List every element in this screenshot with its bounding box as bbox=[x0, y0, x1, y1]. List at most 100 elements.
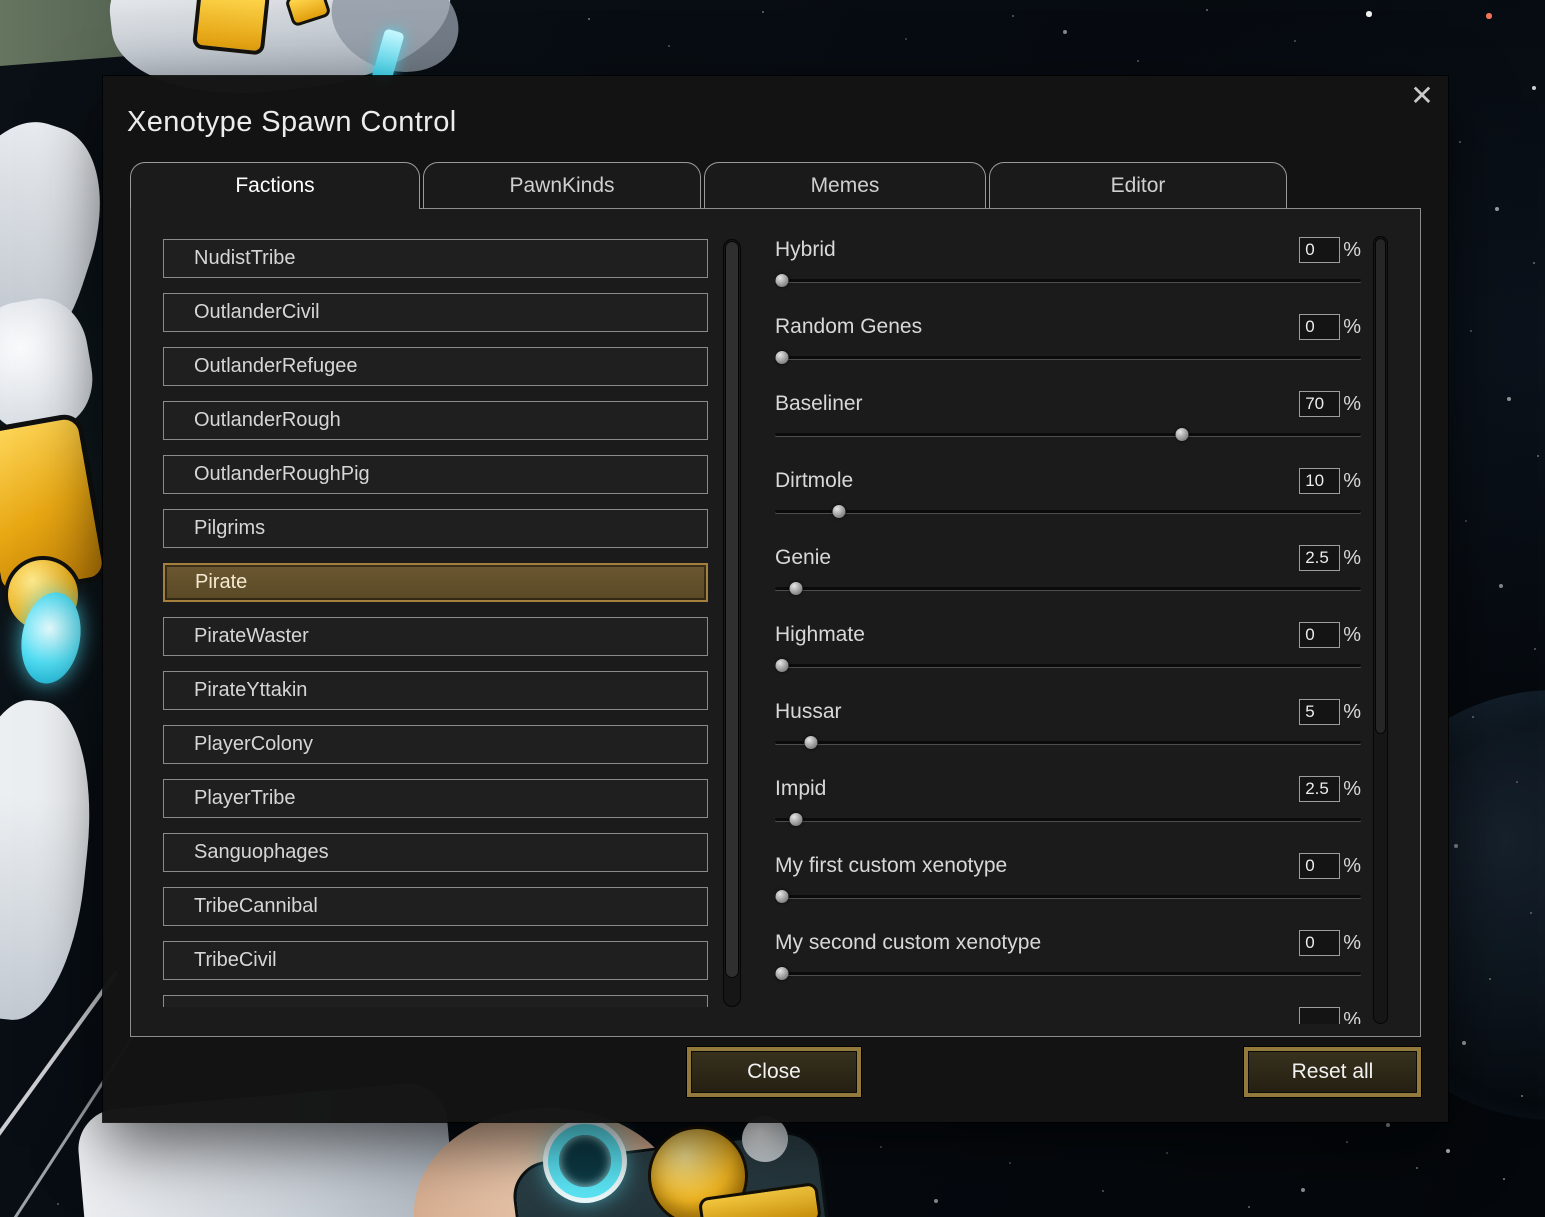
value-wrap: 10 % bbox=[1299, 468, 1361, 494]
slider-head: Hussar 5 % bbox=[775, 698, 1361, 726]
xenotype-slider-row: Impid 2.5 % bbox=[775, 775, 1361, 827]
value-wrap: % bbox=[1299, 1007, 1361, 1024]
faction-list-item[interactable]: Sanguophages bbox=[163, 833, 708, 872]
xenotype-slider-row: My first custom xenotype 0 % bbox=[775, 852, 1361, 904]
xenotype-spawn-control-window: Xenotype Spawn Control ✕ Factions PawnKi… bbox=[103, 76, 1448, 1122]
slider-handle[interactable] bbox=[789, 813, 803, 826]
faction-list-item[interactable]: PirateWaster bbox=[163, 617, 708, 656]
slider-handle[interactable] bbox=[789, 582, 803, 595]
faction-list-item[interactable]: PlayerColony bbox=[163, 725, 708, 764]
tab-label: Editor bbox=[1110, 173, 1166, 197]
value-wrap: 5 % bbox=[1299, 699, 1361, 725]
faction-list-item[interactable]: PlayerTribe bbox=[163, 779, 708, 818]
slider-list-scrollbar[interactable] bbox=[1373, 236, 1388, 1024]
faction-list-item[interactable]: TribeCannibal bbox=[163, 887, 708, 926]
slider-head: Genie 2.5 % bbox=[775, 544, 1361, 572]
xenotype-slider-track[interactable] bbox=[775, 890, 1361, 903]
faction-list-item[interactable]: Pirate bbox=[163, 563, 708, 602]
slider-head: Hybrid 0 % bbox=[775, 236, 1361, 264]
percent-value-input[interactable]: 0 bbox=[1299, 622, 1341, 648]
close-icon[interactable]: ✕ bbox=[1404, 78, 1440, 114]
value-wrap: 0 % bbox=[1299, 930, 1361, 956]
percent-value-input[interactable]: 0 bbox=[1299, 237, 1341, 263]
faction-list-item[interactable]: OutlanderCivil bbox=[163, 293, 708, 332]
character-white-orb bbox=[742, 1116, 788, 1162]
faction-label: Sanguophages bbox=[194, 841, 329, 863]
xenotype-name-label: Impid bbox=[775, 777, 827, 800]
xenotype-slider-track[interactable] bbox=[775, 813, 1361, 826]
xenotype-slider-track[interactable] bbox=[775, 659, 1361, 672]
xenotype-slider-track[interactable] bbox=[775, 274, 1361, 287]
faction-label: PlayerColony bbox=[194, 733, 313, 755]
faction-list-item[interactable]: Pilgrims bbox=[163, 509, 708, 548]
slider-head: Baseliner 70 % bbox=[775, 390, 1361, 418]
percent-value-input[interactable]: 5 bbox=[1299, 699, 1341, 725]
slider-handle[interactable] bbox=[832, 505, 846, 518]
xenotype-slider-row: My second custom xenotype 0 % bbox=[775, 929, 1361, 981]
percent-value-input[interactable]: 0 bbox=[1299, 314, 1341, 340]
screen: Xenotype Spawn Control ✕ Factions PawnKi… bbox=[0, 0, 1545, 1217]
faction-label: OutlanderRough bbox=[194, 409, 341, 431]
xenotype-slider-row: Hussar 5 % bbox=[775, 698, 1361, 750]
percent-sign: % bbox=[1343, 700, 1361, 723]
slider-handle[interactable] bbox=[1175, 428, 1189, 441]
percent-sign: % bbox=[1343, 546, 1361, 569]
percent-value-input[interactable]: 2.5 bbox=[1299, 776, 1341, 802]
percent-sign: % bbox=[1343, 777, 1361, 800]
faction-list-item[interactable]: OutlanderRough bbox=[163, 401, 708, 440]
scrollbar-thumb[interactable] bbox=[725, 241, 739, 979]
percent-sign: % bbox=[1343, 469, 1361, 492]
percent-sign: % bbox=[1343, 931, 1361, 954]
faction-list-item[interactable]: NudistTribe bbox=[163, 239, 708, 278]
xenotype-slider-track[interactable] bbox=[775, 351, 1361, 364]
tab-pawnkinds[interactable]: PawnKinds bbox=[423, 162, 701, 208]
xenotype-slider-track[interactable] bbox=[775, 505, 1361, 518]
faction-list-item[interactable]: TribeCivil bbox=[163, 941, 708, 980]
percent-value-input[interactable]: 2.5 bbox=[1299, 545, 1341, 571]
faction-list-item[interactable]: PirateYttakin bbox=[163, 671, 708, 710]
percent-value-input[interactable]: 0 bbox=[1299, 853, 1341, 879]
close-button[interactable]: Close bbox=[687, 1047, 861, 1097]
faction-label: OutlanderCivil bbox=[194, 301, 320, 323]
faction-list-item[interactable] bbox=[163, 995, 708, 1007]
xenotype-name-label: Dirtmole bbox=[775, 469, 854, 492]
xenotype-slider-list: Hybrid 0 % Random Genes 0 % Baseliner 70… bbox=[775, 236, 1361, 1024]
faction-list-item[interactable]: OutlanderRoughPig bbox=[163, 455, 708, 494]
scrollbar-thumb[interactable] bbox=[1375, 238, 1386, 735]
faction-label: OutlanderRefugee bbox=[194, 355, 358, 377]
value-wrap: 0 % bbox=[1299, 314, 1361, 340]
xenotype-slider-row: Dirtmole 10 % bbox=[775, 467, 1361, 519]
tab-memes[interactable]: Memes bbox=[704, 162, 986, 208]
content-panel: NudistTribe OutlanderCivil OutlanderRefu… bbox=[130, 208, 1421, 1037]
slider-handle[interactable] bbox=[775, 351, 789, 364]
percent-sign: % bbox=[1343, 854, 1361, 877]
slider-handle[interactable] bbox=[775, 890, 789, 903]
xenotype-name-label: Baseliner bbox=[775, 392, 863, 415]
percent-value-input[interactable]: 70 bbox=[1299, 391, 1341, 417]
percent-sign: % bbox=[1343, 315, 1361, 338]
percent-sign: % bbox=[1343, 1008, 1361, 1025]
tab-editor[interactable]: Editor bbox=[989, 162, 1287, 208]
percent-sign: % bbox=[1343, 392, 1361, 415]
slider-handle[interactable] bbox=[775, 274, 789, 287]
value-wrap: 2.5 % bbox=[1299, 776, 1361, 802]
xenotype-slider-track[interactable] bbox=[775, 582, 1361, 595]
faction-list-scrollbar[interactable] bbox=[723, 239, 741, 1007]
xenotype-slider-row: Hybrid 0 % bbox=[775, 236, 1361, 288]
percent-value-input[interactable] bbox=[1299, 1007, 1341, 1024]
tab-factions[interactable]: Factions bbox=[130, 162, 420, 210]
reset-all-button[interactable]: Reset all bbox=[1244, 1047, 1421, 1097]
xenotype-slider-row: % bbox=[775, 1006, 1361, 1024]
faction-label: Pirate bbox=[195, 571, 248, 593]
slider-handle[interactable] bbox=[775, 659, 789, 672]
slider-handle[interactable] bbox=[775, 967, 789, 980]
tab-label: Factions bbox=[235, 173, 315, 197]
xenotype-slider-track[interactable] bbox=[775, 428, 1361, 441]
percent-value-input[interactable]: 10 bbox=[1299, 468, 1341, 494]
xenotype-slider-track[interactable] bbox=[775, 736, 1361, 749]
faction-list-item[interactable]: OutlanderRefugee bbox=[163, 347, 708, 386]
slider-handle[interactable] bbox=[804, 736, 818, 749]
xenotype-name-label: My second custom xenotype bbox=[775, 931, 1042, 954]
xenotype-slider-track[interactable] bbox=[775, 967, 1361, 980]
percent-value-input[interactable]: 0 bbox=[1299, 930, 1341, 956]
